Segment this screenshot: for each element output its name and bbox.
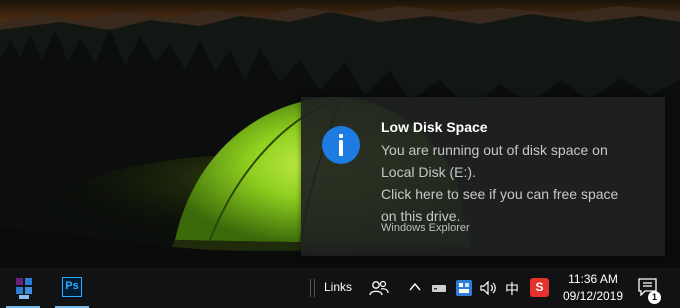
- notification-title: Low Disk Space: [381, 119, 488, 135]
- toolbar-grip[interactable]: [310, 279, 311, 297]
- info-icon: [322, 126, 360, 164]
- drive-icon[interactable]: [431, 283, 447, 293]
- links-toolbar[interactable]: Links: [324, 280, 352, 294]
- notification-message-line: Click here to see if you can free space: [381, 186, 619, 202]
- clock-time: 11:36 AM: [568, 272, 618, 286]
- notification-message-line: You are running out of disk space on: [381, 142, 608, 158]
- visual-studio-icon: [16, 278, 32, 299]
- toolbar-grip[interactable]: [314, 279, 315, 297]
- clock-date: 09/12/2019: [562, 289, 624, 303]
- notification-message: You are running out of disk space on Loc…: [381, 139, 651, 227]
- volume-icon[interactable]: [480, 280, 498, 296]
- taskbar-app-photoshop[interactable]: Ps: [51, 268, 93, 308]
- notification-count-badge: 1: [648, 291, 661, 304]
- taskbar: Ps Links 中 S 11:36 AM 09/12/2019 1: [0, 268, 680, 308]
- sogou-ime-icon[interactable]: S: [530, 278, 549, 297]
- notification-message-line: Local Disk (E:).: [381, 164, 476, 180]
- people-icon[interactable]: [369, 279, 389, 297]
- notification-source: Windows Explorer: [381, 222, 470, 234]
- chevron-up-icon[interactable]: [409, 282, 421, 292]
- low-disk-space-notification[interactable]: Low Disk Space You are running out of di…: [301, 97, 665, 256]
- app-tray-icon[interactable]: [455, 279, 473, 297]
- taskbar-app-visual-studio[interactable]: [2, 268, 44, 308]
- photoshop-icon: Ps: [62, 277, 82, 297]
- taskbar-clock[interactable]: 11:36 AM 09/12/2019: [558, 271, 628, 305]
- input-method-indicator[interactable]: 中: [505, 279, 519, 299]
